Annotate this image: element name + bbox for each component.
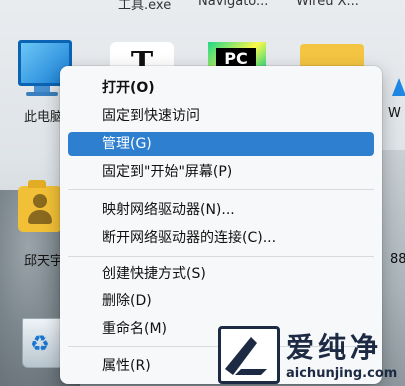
watermark: 爱纯净 aichunjing.com — [218, 326, 405, 386]
menu-item-pin-start[interactable]: 固定到"开始"屏幕(P) — [68, 160, 374, 184]
user-folder-label: 邱天宇 — [24, 254, 64, 269]
recycle-symbol-icon: ♻ — [30, 332, 50, 357]
desktop-top-label: Navigato... — [198, 0, 269, 9]
watermark-title: 爱纯净 — [286, 331, 383, 364]
menu-item-delete[interactable]: 删除(D) — [68, 289, 374, 313]
menu-item-disconnect-drive[interactable]: 断开网络驱动器的连接(C)... — [68, 226, 374, 250]
user-folder-icon[interactable] — [18, 180, 62, 232]
menu-separator — [68, 256, 374, 257]
menu-item-create-shortcut[interactable]: 创建快捷方式(S) — [68, 262, 374, 286]
menu-item-pin-quick-access[interactable]: 固定到快速访问 — [68, 104, 374, 128]
arrow-icon[interactable] — [392, 78, 405, 96]
watermark-url: aichunjing.com — [286, 366, 398, 381]
desktop-top-label: 工具.exe — [118, 0, 172, 13]
desktop-top-label: Wireu X... — [296, 0, 359, 9]
desktop-right-label: 88 — [390, 252, 405, 267]
menu-separator — [68, 189, 374, 190]
watermark-logo-icon — [218, 326, 280, 384]
this-pc-label: 此电脑 — [24, 110, 64, 125]
desktop-right-label: W — [388, 106, 401, 121]
menu-item-map-drive[interactable]: 映射网络驱动器(N)... — [68, 198, 374, 222]
menu-item-open[interactable]: 打开(O) — [68, 76, 374, 100]
user-body-icon — [28, 210, 52, 224]
monitor-base — [26, 92, 58, 96]
menu-item-manage[interactable]: 管理(G) — [68, 132, 374, 156]
user-head-icon — [33, 194, 47, 208]
